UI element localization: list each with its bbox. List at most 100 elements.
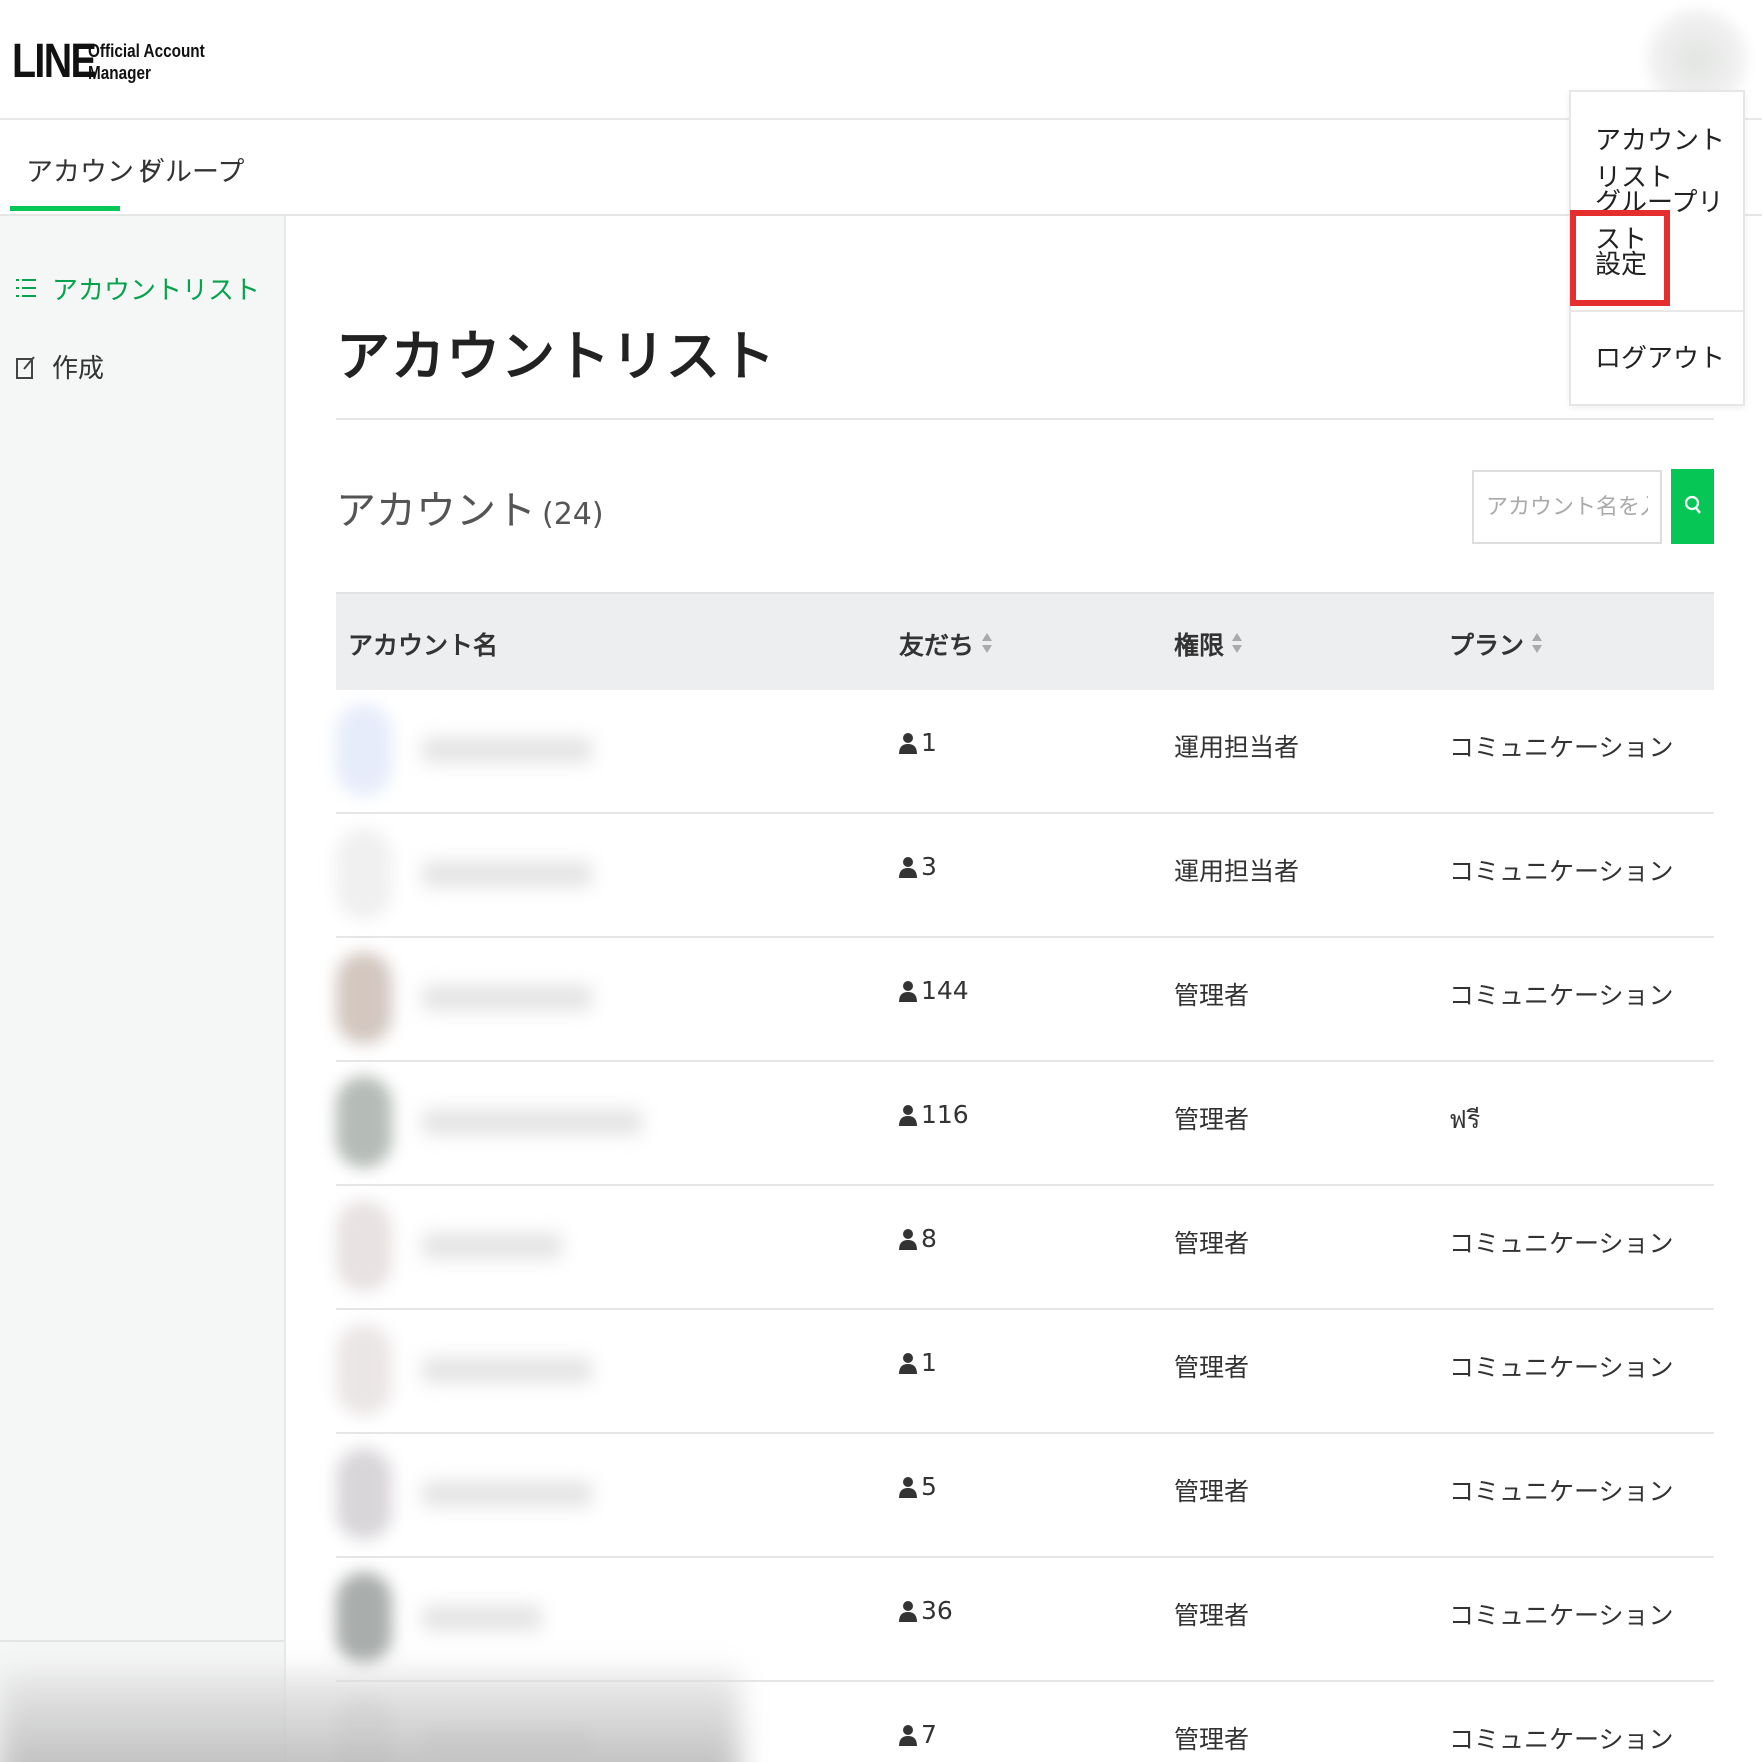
column-header-friends[interactable]: 友だち — [899, 626, 993, 662]
person-icon — [899, 1228, 917, 1250]
person-icon — [899, 1104, 917, 1126]
sort-icon — [1532, 633, 1543, 655]
plan-cell: コミュニケーション — [1449, 733, 1674, 762]
line-oam-logo[interactable]: LINE Official Account Manager — [12, 34, 225, 89]
blurred-overlay — [0, 1670, 740, 1762]
sidebar: アカウントリスト 作成 — [0, 216, 286, 1762]
title-divider — [336, 418, 1714, 420]
person-icon — [899, 1600, 917, 1622]
role-cell: 管理者 — [1174, 1105, 1250, 1134]
table-row[interactable]: 116 管理者 ฟรี — [336, 1062, 1714, 1186]
person-icon — [899, 1476, 917, 1498]
account-avatar — [336, 952, 392, 1044]
account-name-redacted — [422, 1605, 542, 1631]
account-name-cell — [336, 1076, 642, 1168]
account-name-redacted — [422, 737, 592, 763]
person-icon — [899, 732, 917, 754]
account-name-redacted — [422, 1357, 592, 1383]
column-header-role[interactable]: 権限 — [1174, 626, 1243, 662]
account-name-cell — [336, 1572, 542, 1664]
account-name-redacted — [422, 1481, 592, 1507]
table-header: アカウント名 友だち 権限 プラン — [336, 592, 1714, 690]
table-row[interactable]: 8 管理者 コミュニケーション — [336, 1186, 1714, 1310]
account-name-redacted — [422, 985, 592, 1011]
friends-cell: 1 — [899, 1348, 937, 1377]
section-title-label: アカウント — [336, 488, 536, 534]
role-cell: 管理者 — [1174, 1601, 1250, 1630]
sort-icon — [982, 633, 993, 655]
account-avatar — [336, 1572, 392, 1664]
tab-group[interactable]: グループ — [138, 150, 244, 189]
sidebar-item-label: 作成 — [52, 354, 105, 384]
account-search-input[interactable] — [1472, 470, 1662, 544]
account-name-redacted — [422, 1109, 642, 1135]
sidebar-item-create[interactable]: 作成 — [16, 348, 104, 385]
menu-divider — [1571, 310, 1743, 312]
table-row[interactable]: 36 管理者 コミュニケーション — [336, 1558, 1714, 1682]
friends-cell: 116 — [899, 1100, 969, 1129]
menu-item-logout[interactable]: ログアウト — [1595, 338, 1725, 375]
role-cell: 管理者 — [1174, 1477, 1250, 1506]
sort-icon — [1232, 633, 1243, 655]
plan-cell: コミュニケーション — [1449, 1725, 1674, 1754]
search-icon — [1684, 495, 1702, 519]
plan-cell: コミュニケーション — [1449, 1601, 1674, 1630]
sidebar-item-label: アカウントリスト — [52, 276, 261, 306]
top-tabs: アカウント グループ — [0, 122, 1762, 216]
friends-cell: 36 — [899, 1596, 953, 1625]
plan-cell: コミュニケーション — [1449, 981, 1674, 1010]
table-row[interactable]: 5 管理者 コミュニケーション — [336, 1434, 1714, 1558]
account-name-cell — [336, 1200, 562, 1292]
logo-subtitle-line-1: Official Account — [88, 40, 205, 61]
friends-cell: 5 — [899, 1472, 937, 1501]
account-count: (24) — [542, 497, 604, 532]
search-button[interactable] — [1671, 469, 1714, 544]
section-title: アカウント (24) — [336, 478, 604, 536]
account-name-cell — [336, 1448, 592, 1540]
role-cell: 運用担当者 — [1174, 857, 1300, 886]
person-icon — [899, 1724, 917, 1746]
role-cell: 管理者 — [1174, 1353, 1250, 1382]
account-avatar — [336, 704, 392, 796]
account-avatar — [336, 1324, 392, 1416]
logo-subtitle: Official Account Manager — [88, 40, 205, 84]
sidebar-item-account-list[interactable]: アカウントリスト — [16, 270, 260, 307]
role-cell: 管理者 — [1174, 1229, 1250, 1258]
column-header-account-name: アカウント名 — [348, 631, 499, 660]
friends-cell: 7 — [899, 1720, 937, 1749]
friends-cell: 144 — [899, 976, 969, 1005]
settings-highlight-box — [1570, 210, 1670, 306]
account-avatar — [336, 1076, 392, 1168]
logo-wordmark: LINE — [12, 35, 97, 88]
role-cell: 管理者 — [1174, 981, 1250, 1010]
person-icon — [899, 856, 917, 878]
app-header: LINE Official Account Manager — [0, 0, 1762, 120]
table-row[interactable]: 3 運用担当者 コミュニケーション — [336, 814, 1714, 938]
table-row[interactable]: 1 管理者 コミュニケーション — [336, 1310, 1714, 1434]
account-name-cell — [336, 828, 592, 920]
table-row[interactable]: 1 運用担当者 コミュニケーション — [336, 690, 1714, 814]
sidebar-divider — [0, 1640, 284, 1642]
friends-cell: 8 — [899, 1224, 937, 1253]
person-icon — [899, 1352, 917, 1374]
role-cell: 運用担当者 — [1174, 733, 1300, 762]
account-name-cell — [336, 1324, 592, 1416]
table-row[interactable]: 144 管理者 コミュニケーション — [336, 938, 1714, 1062]
page-title: アカウントリスト — [336, 325, 776, 388]
edit-icon — [16, 354, 38, 380]
account-avatar — [336, 828, 392, 920]
logo-subtitle-line-2: Manager — [88, 62, 151, 83]
column-header-plan[interactable]: プラン — [1449, 626, 1543, 662]
plan-cell: ฟรี — [1449, 1105, 1481, 1134]
account-avatar — [336, 1448, 392, 1540]
friends-cell: 1 — [899, 728, 937, 757]
account-table: アカウント名 友だち 権限 プラン 1 運用担当者 コミュニケーション 3 運用… — [336, 592, 1714, 1762]
plan-cell: コミュニケーション — [1449, 1229, 1674, 1258]
friends-cell: 3 — [899, 852, 937, 881]
role-cell: 管理者 — [1174, 1725, 1250, 1754]
plan-cell: コミュニケーション — [1449, 857, 1674, 886]
account-name-cell — [336, 952, 592, 1044]
account-name-cell — [336, 704, 592, 796]
person-icon — [899, 980, 917, 1002]
account-avatar — [336, 1200, 392, 1292]
